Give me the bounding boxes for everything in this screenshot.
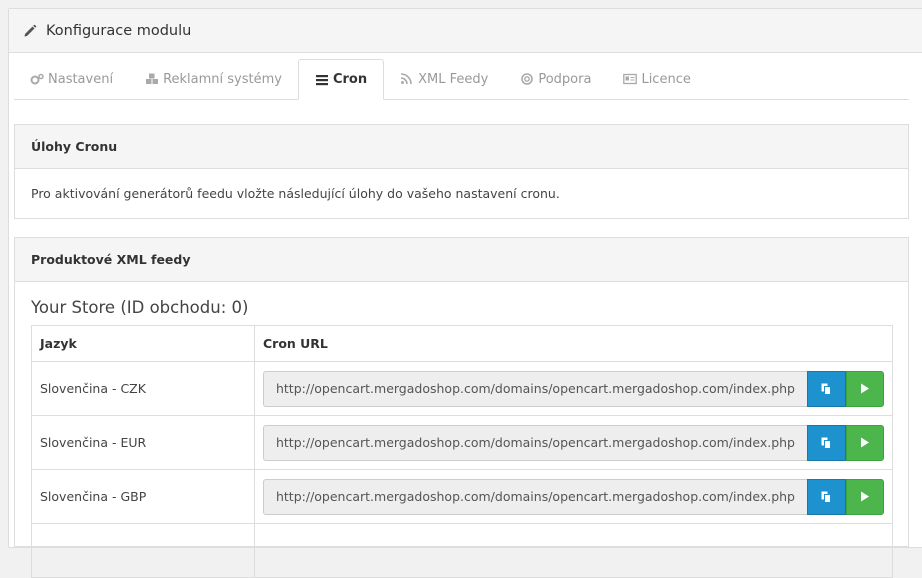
url-input-group: http://opencart.mergadoshop.com/domains/… bbox=[262, 478, 884, 515]
url-cell bbox=[253, 523, 894, 578]
id-card-icon bbox=[623, 73, 638, 85]
play-icon bbox=[861, 491, 869, 502]
run-cron-button[interactable] bbox=[846, 424, 884, 461]
url-cell: http://opencart.mergadoshop.com/domains/… bbox=[253, 361, 894, 416]
rss-icon bbox=[401, 73, 412, 85]
life-ring-icon bbox=[521, 73, 534, 85]
column-header-cron-url: Cron URL bbox=[253, 325, 894, 362]
copy-url-button[interactable] bbox=[807, 478, 846, 515]
pencil-icon bbox=[24, 24, 37, 36]
panel-heading: Konfigurace modulu bbox=[9, 9, 922, 53]
tab-label: Podpora bbox=[538, 71, 592, 87]
url-cell: http://opencart.mergadoshop.com/domains/… bbox=[253, 415, 894, 470]
column-header-language: Jazyk bbox=[31, 325, 255, 362]
table-header-row: Jazyk Cron URL bbox=[31, 325, 894, 362]
tab-label: Reklamní systémy bbox=[163, 71, 282, 87]
cogs-icon bbox=[30, 73, 44, 85]
table-row: Slovenčina - EUR http://opencart.mergado… bbox=[31, 415, 894, 470]
tab-cron[interactable]: Cron bbox=[297, 59, 385, 100]
cubes-icon bbox=[146, 73, 159, 84]
tab-bar: Nastavení Reklamní systémy Cron XML Feed… bbox=[14, 59, 909, 100]
xml-feeds-heading: Produktové XML feedy bbox=[15, 238, 908, 282]
store-title: Your Store (ID obchodu: 0) bbox=[31, 298, 249, 317]
run-cron-button[interactable] bbox=[846, 478, 884, 515]
language-cell: Slovenčina - GBP bbox=[31, 469, 255, 524]
table-row: Slovenčina - CZK http://opencart.mergado… bbox=[31, 361, 894, 416]
tab-nastaveni[interactable]: Nastavení bbox=[14, 59, 129, 99]
language-cell: Slovenčina - CZK bbox=[31, 361, 255, 416]
tab-licence[interactable]: Licence bbox=[607, 59, 706, 99]
copy-url-button[interactable] bbox=[807, 424, 846, 461]
url-input-group: http://opencart.mergadoshop.com/domains/… bbox=[262, 370, 884, 407]
tab-podpora[interactable]: Podpora bbox=[504, 59, 607, 99]
tab-label: Nastavení bbox=[48, 71, 114, 87]
language-cell: Slovenčina - EUR bbox=[31, 415, 255, 470]
panel-title: Konfigurace modulu bbox=[46, 22, 192, 39]
cron-url-field[interactable]: http://opencart.mergadoshop.com/domains/… bbox=[262, 424, 807, 461]
xml-feeds-panel: Produktové XML feedy Your Store (ID obch… bbox=[14, 237, 909, 578]
tab-reklamni-systemy[interactable]: Reklamní systémy bbox=[129, 59, 298, 99]
copy-icon bbox=[821, 383, 831, 395]
cron-tasks-heading: Úlohy Cronu bbox=[15, 125, 908, 169]
table-row bbox=[31, 523, 894, 578]
url-cell: http://opencart.mergadoshop.com/domains/… bbox=[253, 469, 894, 524]
play-icon bbox=[861, 383, 869, 394]
copy-icon bbox=[821, 437, 831, 449]
tab-label: XML Feedy bbox=[418, 71, 489, 87]
play-icon bbox=[861, 437, 869, 448]
run-cron-button[interactable] bbox=[846, 370, 884, 407]
cron-tasks-panel: Úlohy Cronu Pro aktivování generátorů fe… bbox=[14, 124, 909, 219]
tab-xml-feedy[interactable]: XML Feedy bbox=[384, 59, 504, 99]
copy-url-button[interactable] bbox=[807, 370, 846, 407]
tasks-icon bbox=[315, 74, 328, 85]
cron-url-field[interactable]: http://opencart.mergadoshop.com/domains/… bbox=[262, 478, 807, 515]
cron-url-field[interactable]: http://opencart.mergadoshop.com/domains/… bbox=[262, 370, 807, 407]
table-row: Slovenčina - GBP http://opencart.mergado… bbox=[31, 469, 894, 524]
cron-tasks-description: Pro aktivování generátorů feedu vložte n… bbox=[31, 186, 560, 201]
tab-label: Cron bbox=[332, 72, 368, 87]
language-cell bbox=[31, 523, 255, 578]
cron-url-table: Jazyk Cron URL Slovenčina - CZK http://o… bbox=[31, 325, 894, 578]
copy-icon bbox=[821, 491, 831, 503]
url-input-group: http://opencart.mergadoshop.com/domains/… bbox=[262, 424, 884, 461]
tab-label: Licence bbox=[641, 71, 691, 87]
